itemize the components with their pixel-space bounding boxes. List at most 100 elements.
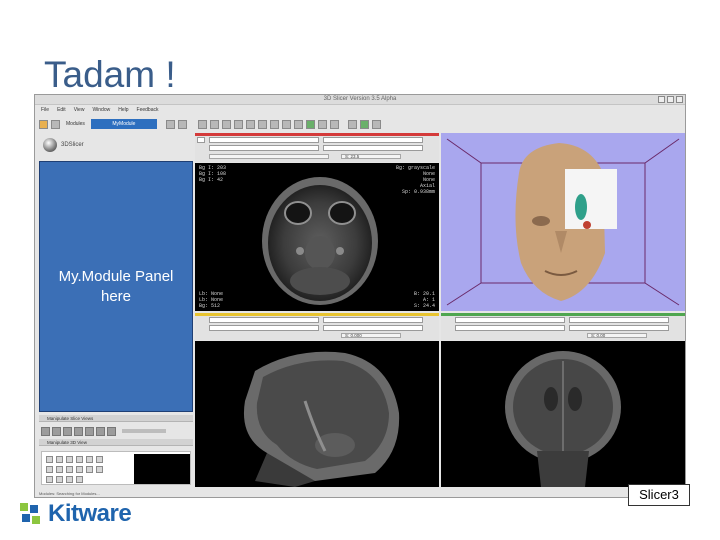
view-axis-a-icon[interactable]: [56, 466, 63, 473]
zoom-out-icon[interactable]: [96, 456, 103, 463]
green-orientation-select[interactable]: [569, 317, 669, 323]
layout-conventional-icon[interactable]: [221, 119, 231, 129]
view-green-icon[interactable]: [305, 119, 315, 129]
green-fg-volume-select[interactable]: [455, 317, 565, 323]
maximize-button[interactable]: [667, 96, 674, 103]
layout-oneyellow-icon[interactable]: [269, 119, 279, 129]
rotate-left-icon[interactable]: [46, 456, 53, 463]
load-icon[interactable]: [39, 119, 48, 129]
red-bg-volume-select[interactable]: [209, 145, 319, 151]
status-bar: Modules: Searching for Modules...: [35, 490, 685, 497]
menu-file[interactable]: File: [41, 107, 49, 113]
menu-help[interactable]: Help: [118, 107, 128, 113]
3d-viewer[interactable]: [441, 133, 685, 311]
red-annot-tr: Bg: grayscale None None Axial Sp: 0.938m…: [395, 165, 435, 195]
home-icon[interactable]: [209, 119, 219, 129]
red-label-select[interactable]: [323, 145, 423, 151]
red-pin-icon[interactable]: [197, 137, 205, 143]
red-orientation-select[interactable]: [323, 137, 423, 143]
menu-window[interactable]: Window: [92, 107, 110, 113]
menu-feedback[interactable]: Feedback: [137, 107, 159, 113]
slice-view-controls: [41, 425, 166, 437]
3d-face-render: [446, 138, 680, 306]
rotate-right-icon[interactable]: [56, 456, 63, 463]
undo-icon[interactable]: [317, 119, 327, 129]
field-of-view-icon[interactable]: [74, 426, 83, 436]
modules-label: Modules: [66, 121, 85, 127]
red-fg-volume-select[interactable]: [209, 137, 319, 143]
layout-fourup-icon[interactable]: [233, 119, 243, 129]
yellow-label-select[interactable]: [323, 325, 423, 331]
view-axis-r-icon[interactable]: [46, 466, 53, 473]
pick-icon[interactable]: [347, 119, 357, 129]
3d-view-controls: [41, 451, 191, 485]
red-slice-viewer[interactable]: Bg I: 203 Bg I: 108 Bg I: 42 Bg: graysca…: [195, 163, 439, 311]
screenshot-icon[interactable]: [46, 476, 53, 483]
rock-icon[interactable]: [96, 466, 103, 473]
slicer-window: 3D Slicer Version 3.5 Alpha File Edit Vi…: [34, 94, 686, 498]
menu-view[interactable]: View: [74, 107, 85, 113]
layout-3d-icon[interactable]: [245, 119, 255, 129]
sagittal-brain-image: [243, 351, 400, 487]
red-annot-tl: Bg I: 203 Bg I: 108 Bg I: 42: [199, 165, 227, 183]
menu-bar: File Edit View Window Help Feedback: [35, 105, 685, 115]
slicer-logo-text: 3DSlicer: [61, 142, 84, 148]
layout-onered-icon[interactable]: [257, 119, 267, 129]
minimize-button[interactable]: [658, 96, 665, 103]
save-icon[interactable]: [51, 119, 60, 129]
yellow-offset-value: S: 0.000: [345, 333, 362, 338]
window-title: 3D Slicer Version 3.5 Alpha: [323, 96, 397, 102]
fit-icon[interactable]: [41, 426, 50, 436]
yellow-orientation-select[interactable]: [323, 317, 423, 323]
yellow-fg-volume-select[interactable]: [209, 317, 319, 323]
menu-edit[interactable]: Edit: [57, 107, 66, 113]
layout-onegreen-icon[interactable]: [281, 119, 291, 129]
yellow-bg-volume-select[interactable]: [209, 325, 319, 331]
link-icon[interactable]: [52, 426, 61, 436]
3d-navigator-preview[interactable]: [134, 454, 190, 484]
window-titlebar: 3D Slicer Version 3.5 Alpha: [35, 95, 685, 105]
kitware-wordmark: Kitware: [48, 500, 132, 527]
yellow-slice-viewer[interactable]: [195, 341, 439, 487]
manipulate-slice-views-header[interactable]: Manipulate Slice Views: [39, 415, 193, 422]
center-view-icon[interactable]: [76, 466, 83, 473]
annotation-icon[interactable]: [96, 426, 105, 436]
stereo-icon[interactable]: [56, 476, 63, 483]
slicer-logo-icon: [43, 138, 57, 152]
spacing-icon[interactable]: [107, 426, 116, 436]
green-viewer-controls: S: 0.00: [441, 316, 685, 340]
green-offset-value: S: 0.00: [591, 333, 606, 338]
rotate-down-icon[interactable]: [76, 456, 83, 463]
label-outline-icon[interactable]: [85, 426, 94, 436]
settings-icon[interactable]: [76, 476, 83, 483]
slicer3-badge: Slicer3: [628, 484, 690, 506]
redo-icon[interactable]: [329, 119, 339, 129]
module-pane: 3DSlicer My.Module Panel here Manipulate…: [37, 133, 193, 497]
green-label-select[interactable]: [569, 325, 669, 331]
rotate-up-icon[interactable]: [66, 456, 73, 463]
back-icon[interactable]: [165, 119, 175, 129]
red-annot-bl: Lb: None Lb: None Bg: 512: [199, 291, 224, 309]
place-fiducial-icon[interactable]: [359, 119, 369, 129]
transform-icon[interactable]: [371, 119, 381, 129]
slice-view-slider[interactable]: [122, 429, 166, 433]
close-button[interactable]: [676, 96, 683, 103]
yellow-viewer-controls: S: 0.000: [195, 316, 439, 340]
visibility-icon[interactable]: [66, 476, 73, 483]
slide-title: Tadam !: [44, 54, 176, 95]
slicer-logo: 3DSlicer: [43, 137, 84, 153]
search-icon[interactable]: [197, 119, 207, 129]
module-selector[interactable]: MyModule: [90, 119, 157, 129]
layout-tabbed-icon[interactable]: [293, 119, 303, 129]
coronal-brain-image: [505, 351, 621, 487]
forward-icon[interactable]: [177, 119, 187, 129]
red-offset-value: S: 23.5: [345, 154, 360, 159]
green-bg-volume-select[interactable]: [455, 325, 565, 331]
green-slice-viewer[interactable]: [441, 341, 685, 487]
view-axis-s-icon[interactable]: [66, 466, 73, 473]
manipulate-3d-view-header[interactable]: Manipulate 3D View: [39, 439, 193, 446]
red-opacity-slider[interactable]: [209, 154, 329, 159]
zoom-in-icon[interactable]: [86, 456, 93, 463]
spin-icon[interactable]: [86, 466, 93, 473]
crosshair-icon[interactable]: [63, 426, 72, 436]
